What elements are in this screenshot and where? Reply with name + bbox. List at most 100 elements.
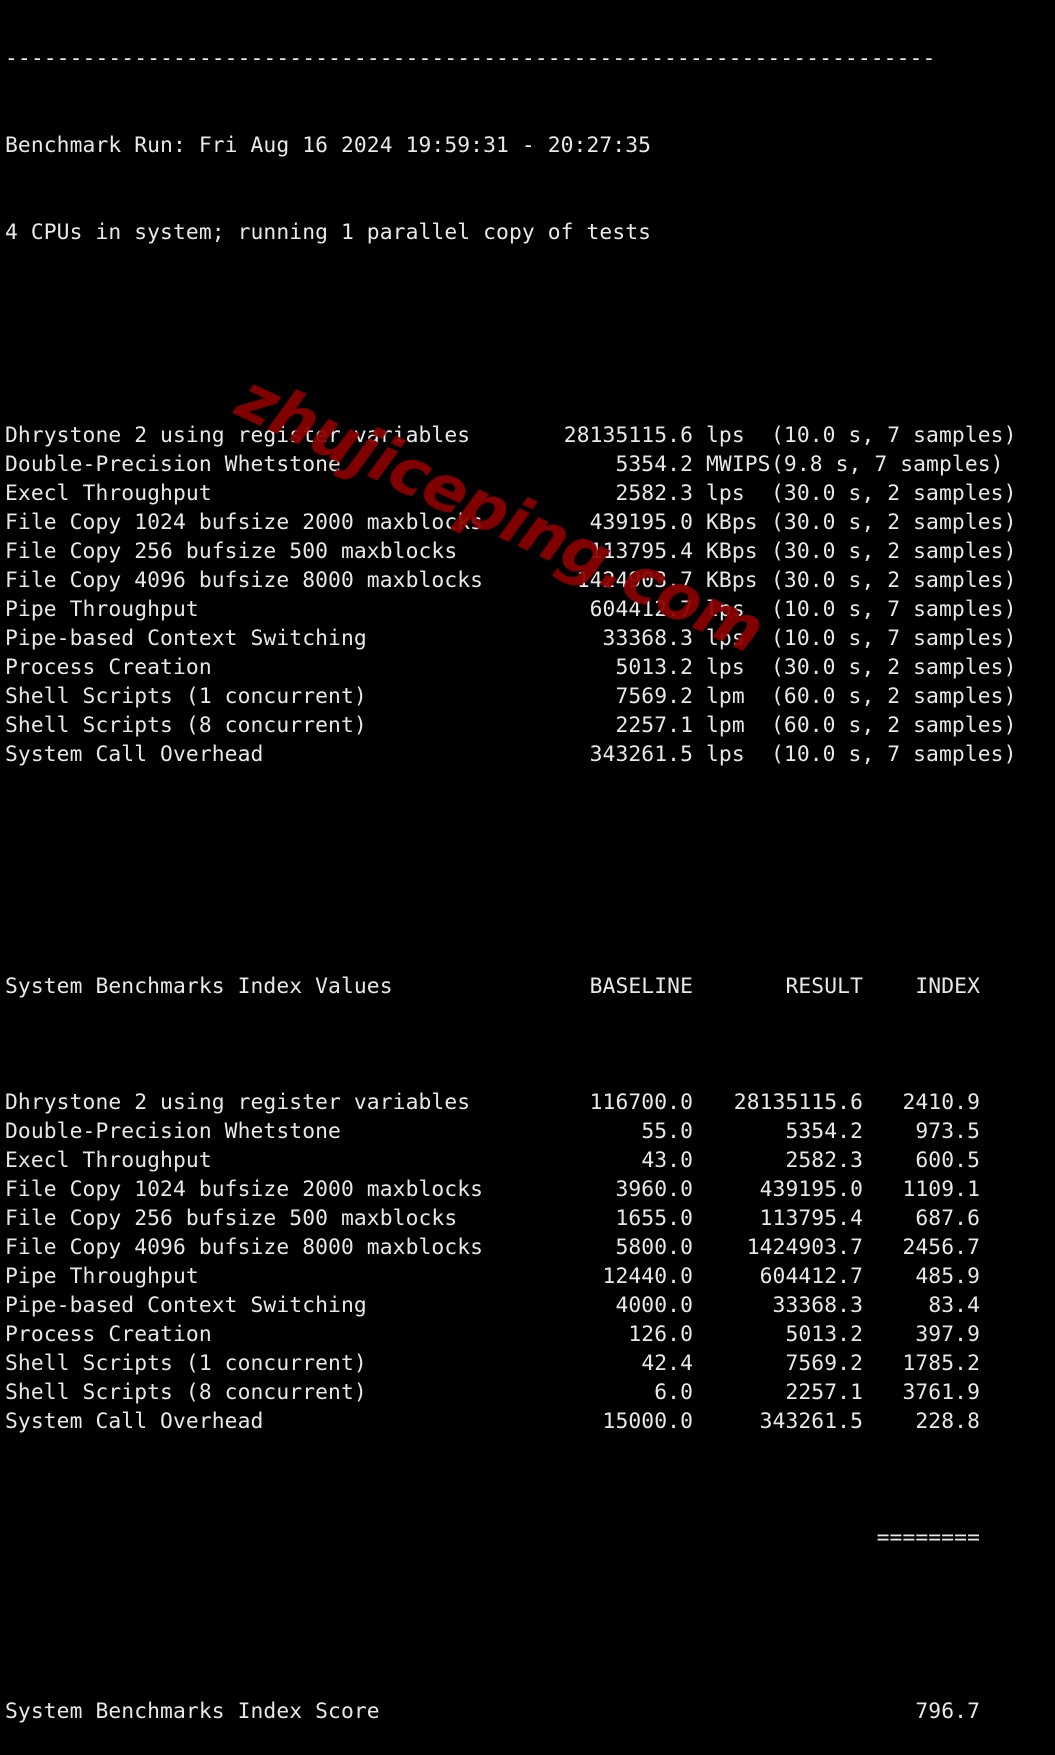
result-value: 33368.3 bbox=[772, 1293, 863, 1318]
index-test-name: System Call Overhead bbox=[5, 1409, 264, 1434]
result-value: 604412.7 bbox=[759, 1264, 863, 1289]
baseline-value: 6.0 bbox=[654, 1380, 693, 1405]
baseline-value: 1655.0 bbox=[615, 1206, 693, 1231]
rule-row: ======== bbox=[5, 1523, 1017, 1552]
test-name: Double-Precision Whetstone bbox=[5, 452, 341, 477]
index-value: 3761.9 bbox=[902, 1380, 980, 1405]
index-value: 228.8 bbox=[915, 1409, 980, 1434]
test-timing: (30.0 s, 2 samples) bbox=[771, 539, 1017, 564]
test-name: File Copy 4096 bufsize 8000 maxblocks bbox=[5, 568, 484, 593]
test-value: 28135115.6 bbox=[563, 423, 693, 448]
terminal-output: ----------------------------------------… bbox=[5, 0, 1017, 1755]
index-table-rows: Dhrystone 2 using register variables 1167… bbox=[5, 1088, 1017, 1436]
index-table-row: Shell Scripts (1 concurrent) 42.4 7569.2 17… bbox=[5, 1349, 1017, 1378]
test-name: System Call Overhead bbox=[5, 742, 264, 767]
test-unit: MWIPS bbox=[706, 452, 771, 477]
test-result-row: System Call Overhead 343261.5 lps (10.0 s, … bbox=[5, 740, 1017, 769]
test-timing: (30.0 s, 2 samples) bbox=[771, 510, 1017, 535]
test-result-row: Dhrystone 2 using register variables 2813… bbox=[5, 421, 1017, 450]
baseline-value: 3960.0 bbox=[615, 1177, 693, 1202]
index-table-row: Pipe Throughput 12440.0 604412.7 485.9 bbox=[5, 1262, 1017, 1291]
test-result-row: File Copy 256 bufsize 500 maxblocks 11379… bbox=[5, 537, 1017, 566]
index-test-name: Process Creation bbox=[5, 1322, 212, 1347]
baseline-value: 126.0 bbox=[628, 1322, 693, 1347]
test-timing: (10.0 s, 7 samples) bbox=[771, 423, 1017, 448]
index-value: 2410.9 bbox=[902, 1090, 980, 1115]
index-value: 687.6 bbox=[915, 1206, 980, 1231]
test-timing: (30.0 s, 2 samples) bbox=[771, 568, 1017, 593]
index-table-row: Pipe-based Context Switching 4000.0 33368.… bbox=[5, 1291, 1017, 1320]
baseline-value: 5800.0 bbox=[615, 1235, 693, 1260]
test-result-row: Shell Scripts (1 concurrent) 7569.2 lpm (60… bbox=[5, 682, 1017, 711]
test-name: Pipe Throughput bbox=[5, 597, 199, 622]
test-timing: (10.0 s, 7 samples) bbox=[771, 626, 1017, 651]
test-timing: (10.0 s, 7 samples) bbox=[771, 597, 1017, 622]
index-test-name: Double-Precision Whetstone bbox=[5, 1119, 341, 1144]
index-test-name: Shell Scripts (8 concurrent) bbox=[5, 1380, 367, 1405]
test-value: 2582.3 bbox=[615, 481, 693, 506]
test-name: Shell Scripts (8 concurrent) bbox=[5, 713, 367, 738]
index-table-row: Execl Throughput 43.0 2582.3 600.5 bbox=[5, 1146, 1017, 1175]
index-table-row: Double-Precision Whetstone 55.0 5354.2 973.… bbox=[5, 1117, 1017, 1146]
test-timing: (30.0 s, 2 samples) bbox=[771, 481, 1017, 506]
test-result-row: File Copy 1024 bufsize 2000 maxblocks 439… bbox=[5, 508, 1017, 537]
test-value: 5013.2 bbox=[615, 655, 693, 680]
test-value: 33368.3 bbox=[602, 626, 693, 651]
result-value: 5013.2 bbox=[785, 1322, 863, 1347]
test-name: Dhrystone 2 using register variables bbox=[5, 423, 471, 448]
index-test-name: File Copy 256 bufsize 500 maxblocks bbox=[5, 1206, 458, 1231]
test-unit: lpm bbox=[706, 713, 745, 738]
test-results-list: Dhrystone 2 using register variables 2813… bbox=[5, 421, 1017, 769]
index-table-title: System Benchmarks Index Values bbox=[5, 974, 393, 999]
result-value: 439195.0 bbox=[759, 1177, 863, 1202]
test-unit: lps bbox=[706, 626, 745, 651]
result-value: 28135115.6 bbox=[733, 1090, 863, 1115]
baseline-value: 43.0 bbox=[641, 1148, 693, 1173]
benchmark-run-line: Benchmark Run: Fri Aug 16 2024 19:59:31 … bbox=[5, 133, 652, 158]
test-value: 2257.1 bbox=[615, 713, 693, 738]
test-value: 7569.2 bbox=[615, 684, 693, 709]
result-header: RESULT bbox=[785, 974, 863, 999]
index-value: 973.5 bbox=[915, 1119, 980, 1144]
index-value: 83.4 bbox=[928, 1293, 980, 1318]
index-value: 397.9 bbox=[915, 1322, 980, 1347]
test-name: File Copy 256 bufsize 500 maxblocks bbox=[5, 539, 458, 564]
score-row: System Benchmarks Index Score 796.7 bbox=[5, 1697, 1017, 1726]
index-test-name: Pipe-based Context Switching bbox=[5, 1293, 367, 1318]
test-unit: KBps bbox=[706, 539, 758, 564]
index-test-name: Shell Scripts (1 concurrent) bbox=[5, 1351, 367, 1376]
test-unit: lps bbox=[706, 655, 745, 680]
index-value: 485.9 bbox=[915, 1264, 980, 1289]
index-table-row: Dhrystone 2 using register variables 1167… bbox=[5, 1088, 1017, 1117]
test-value: 439195.0 bbox=[589, 510, 693, 535]
test-timing: (60.0 s, 2 samples) bbox=[771, 713, 1017, 738]
test-unit: lps bbox=[706, 423, 745, 448]
baseline-header: BASELINE bbox=[589, 974, 693, 999]
test-result-row: Double-Precision Whetstone 5354.2 MWIPS(9.… bbox=[5, 450, 1017, 479]
index-test-name: Execl Throughput bbox=[5, 1148, 212, 1173]
index-table-row: System Call Overhead 15000.0 343261.5 228.8 bbox=[5, 1407, 1017, 1436]
test-result-row: Shell Scripts (8 concurrent) 2257.1 lpm (60… bbox=[5, 711, 1017, 740]
test-result-row: File Copy 4096 bufsize 8000 maxblocks 142… bbox=[5, 566, 1017, 595]
index-table-row: File Copy 4096 bufsize 8000 maxblocks 580… bbox=[5, 1233, 1017, 1262]
test-unit: lps bbox=[706, 597, 745, 622]
test-timing: (30.0 s, 2 samples) bbox=[771, 655, 1017, 680]
result-value: 2257.1 bbox=[785, 1380, 863, 1405]
test-name: Execl Throughput bbox=[5, 481, 212, 506]
test-value: 113795.4 bbox=[589, 539, 693, 564]
score-label: System Benchmarks Index Score bbox=[5, 1699, 380, 1724]
index-score: 796.7 bbox=[915, 1699, 980, 1724]
index-table-row: File Copy 256 bufsize 500 maxblocks 1655.… bbox=[5, 1204, 1017, 1233]
index-rule: ======== bbox=[876, 1525, 980, 1550]
test-value: 5354.2 bbox=[615, 452, 693, 477]
test-timing: (60.0 s, 2 samples) bbox=[771, 684, 1017, 709]
index-table-row: Process Creation 126.0 5013.2 397.9 bbox=[5, 1320, 1017, 1349]
index-test-name: Pipe Throughput bbox=[5, 1264, 199, 1289]
test-result-row: Execl Throughput 2582.3 lps (30.0 s, 2 samp… bbox=[5, 479, 1017, 508]
index-value: 1785.2 bbox=[902, 1351, 980, 1376]
separator-line: ----------------------------------------… bbox=[5, 46, 936, 71]
test-unit: KBps bbox=[706, 510, 758, 535]
